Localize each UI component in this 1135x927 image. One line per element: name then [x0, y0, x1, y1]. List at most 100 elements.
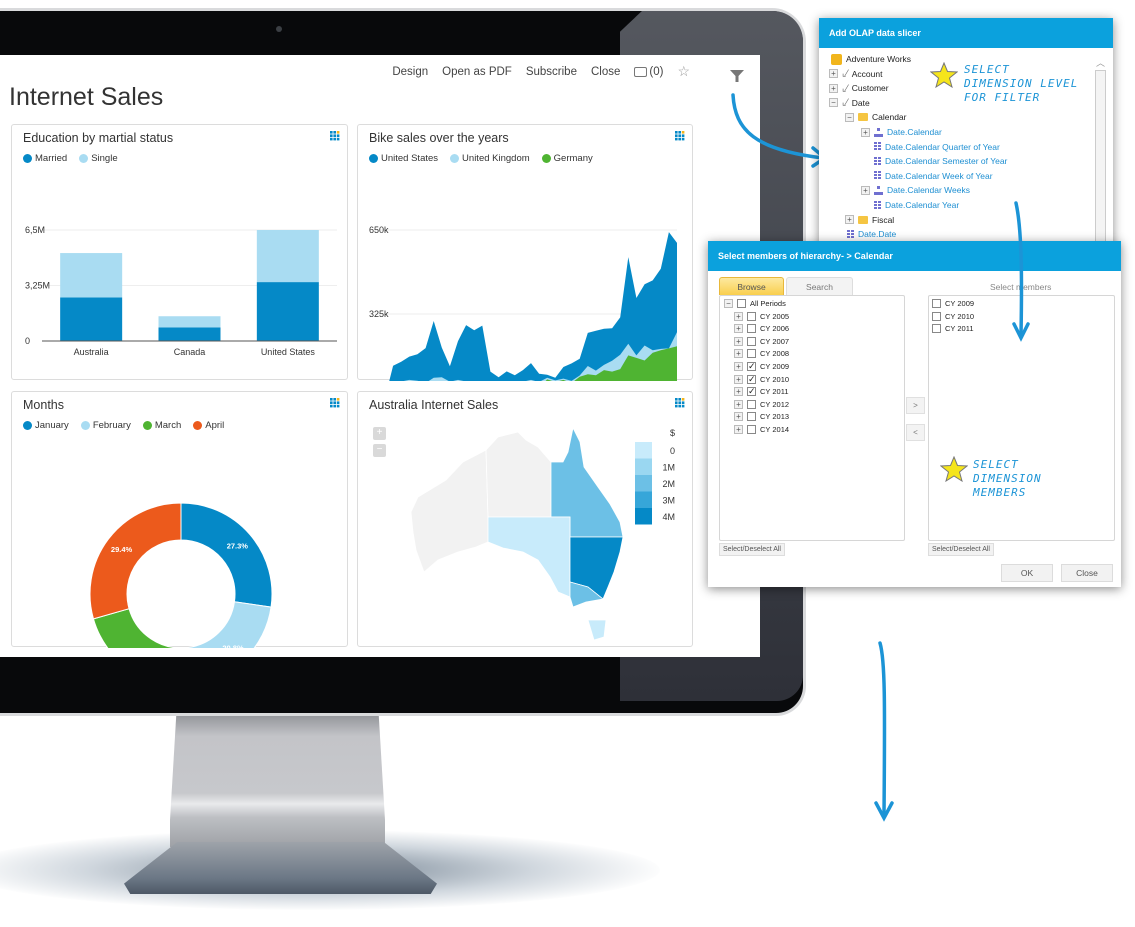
tree-item[interactable]: + ⌞⁄ Customer [829, 82, 889, 94]
tree-item[interactable]: Date.Calendar Quarter of Year [861, 141, 1000, 153]
member-checkbox[interactable]: ✓ [747, 362, 756, 371]
member-label: CY 2010 [945, 311, 975, 321]
member-label: CY 2013 [760, 412, 790, 422]
bar-married [256, 282, 319, 341]
expand-icon[interactable]: + [734, 399, 743, 409]
expand-icon[interactable]: + [829, 69, 838, 79]
filter-icon[interactable] [729, 69, 745, 83]
annotation-star-icon [930, 62, 958, 88]
level-icon [874, 171, 881, 181]
expand-icon[interactable]: + [734, 374, 743, 384]
subscribe-link[interactable]: Subscribe [526, 66, 577, 78]
member-checkbox[interactable]: ✓ [747, 374, 756, 384]
tree-item[interactable]: − Calendar [845, 111, 907, 123]
member-label: CY 2006 [760, 324, 790, 334]
tree-item[interactable]: Date.Date [847, 228, 896, 240]
selected-member-item[interactable]: CY 2010 [932, 311, 975, 321]
member-item[interactable]: + CY 2013 [734, 412, 790, 422]
member-checkbox[interactable] [747, 425, 756, 434]
comments-button[interactable]: (0) [634, 66, 663, 78]
member-checkbox[interactable] [747, 399, 756, 409]
expand-icon[interactable]: + [734, 336, 743, 346]
collapse-icon[interactable]: − [829, 98, 838, 108]
member-label: CY 2014 [760, 425, 790, 434]
tree-item-label: Date.Calendar Quarter of Year [885, 141, 1000, 152]
page-title: Internet Sales [9, 83, 164, 111]
member-checkbox[interactable] [747, 336, 756, 346]
member-checkbox[interactable] [932, 324, 941, 334]
member-item[interactable]: + CY 2005 [734, 311, 789, 321]
tree-item[interactable]: Date.Calendar Week of Year [861, 170, 993, 182]
map-zoom-out-button[interactable]: − [373, 444, 386, 457]
open-as-pdf-link[interactable]: Open as PDF [442, 66, 512, 78]
bar-single [256, 230, 319, 283]
expand-icon[interactable]: + [734, 412, 743, 422]
panel-education-chart: Education by martial status Married Singl… [11, 124, 348, 380]
tree-item[interactable]: Adventure Works [831, 53, 911, 65]
member-item[interactable]: − All Periods [724, 299, 786, 308]
member-checkbox[interactable] [932, 311, 941, 321]
member-checkbox[interactable] [932, 299, 941, 308]
member-checkbox[interactable] [747, 311, 756, 321]
tree-item-label: Calendar [872, 112, 907, 123]
member-label: CY 2009 [760, 362, 790, 371]
expand-icon[interactable]: + [861, 185, 870, 195]
expand-icon[interactable]: + [734, 387, 743, 397]
tree-item[interactable]: Date.Calendar Year [861, 199, 959, 211]
annotation-arrow-to-members [1012, 201, 1030, 342]
tree-item[interactable]: + ⌞⁄ Account [829, 68, 882, 80]
expand-icon[interactable]: + [845, 215, 854, 225]
selected-member-item[interactable]: CY 2011 [932, 324, 974, 334]
ok-button[interactable]: OK [1001, 564, 1053, 582]
close-link[interactable]: Close [591, 66, 620, 78]
panel-australia-map: Australia Internet Sales $0 1M 2M 3M 4M + − [357, 391, 693, 647]
tab-search[interactable]: Search [786, 277, 853, 295]
selected-member-item[interactable]: CY 2009 [932, 299, 974, 308]
expand-icon[interactable]: + [734, 349, 743, 359]
annotation-line: Select [973, 458, 1019, 471]
expand-icon[interactable]: + [734, 324, 743, 334]
move-right-button[interactable]: > [906, 397, 925, 414]
member-item[interactable]: + CY 2007 [734, 336, 789, 346]
member-item[interactable]: + ✓ CY 2011 [734, 387, 789, 397]
expand-icon[interactable]: + [734, 311, 743, 321]
member-checkbox[interactable] [747, 349, 756, 359]
expand-icon[interactable]: + [829, 83, 838, 93]
expand-icon[interactable]: + [861, 127, 870, 137]
y-tick-label: 0 [25, 336, 30, 346]
expand-icon[interactable]: + [734, 425, 743, 434]
favorite-star-icon[interactable]: ☆ [677, 63, 690, 80]
legend-label: 2M [662, 479, 675, 489]
member-label: CY 2011 [945, 324, 974, 334]
expand-icon[interactable]: + [734, 362, 743, 371]
member-item[interactable]: + CY 2006 [734, 324, 790, 334]
select-deselect-all-left-button[interactable]: Select/Deselect All [719, 543, 785, 556]
close-button[interactable]: Close [1061, 564, 1113, 582]
member-checkbox[interactable] [747, 324, 756, 334]
member-item[interactable]: + ✓ CY 2009 [734, 362, 789, 371]
collapse-icon[interactable]: − [845, 112, 854, 122]
member-item[interactable]: + CY 2014 [734, 425, 789, 434]
tree-item[interactable]: − ⌞⁄ Date [829, 97, 870, 109]
member-item[interactable]: + CY 2012 [734, 399, 789, 409]
tree-item[interactable]: Date.Calendar Semester of Year [861, 155, 1007, 167]
slice-label: 20.8% [222, 643, 244, 648]
member-item[interactable]: + CY 2008 [734, 349, 789, 359]
collapse-icon[interactable]: − [724, 299, 733, 308]
scroll-up-icon[interactable]: ︿ [1095, 56, 1106, 69]
member-checkbox[interactable]: ✓ [747, 387, 756, 397]
select-deselect-all-right-button[interactable]: Select/Deselect All [928, 543, 994, 556]
member-item[interactable]: + ✓ CY 2010 [734, 374, 789, 384]
map-zoom-in-button[interactable]: + [373, 427, 386, 440]
map-region-western-australia [410, 449, 489, 573]
tree-item[interactable]: + Date.Calendar Weeks [861, 184, 970, 196]
tree-item[interactable]: + Date.Calendar [861, 126, 942, 138]
tree-item-label: Date.Calendar Weeks [887, 185, 970, 196]
tree-item[interactable]: + Fiscal [845, 214, 894, 226]
tab-browse[interactable]: Browse [719, 277, 784, 295]
member-checkbox[interactable] [747, 412, 756, 422]
member-checkbox[interactable] [737, 299, 746, 308]
design-link[interactable]: Design [392, 66, 428, 78]
tree-scrollbar[interactable] [1095, 70, 1106, 245]
move-left-button[interactable]: < [906, 424, 925, 441]
